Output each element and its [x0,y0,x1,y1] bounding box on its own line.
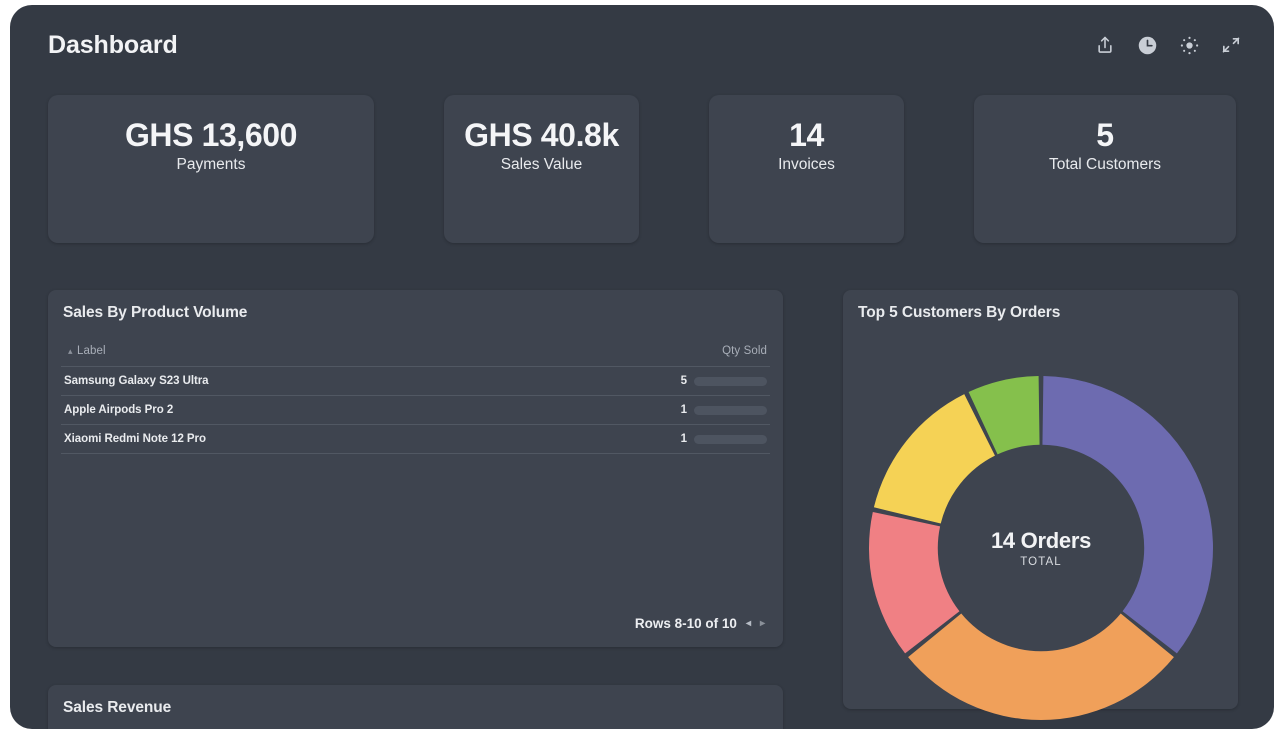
cell-product-label: Xiaomi Redmi Note 12 Pro [64,433,206,445]
table-header-row: ▴ Label Qty Sold [61,341,770,367]
stat-card-sales-value[interactable]: GHS 40.8k Sales Value [444,95,639,243]
donut-slice[interactable] [908,613,1174,720]
stat-card-total-customers[interactable]: 5 Total Customers [974,95,1236,243]
panel-title: Top 5 Customers By Orders [858,304,1061,321]
column-header-qty-text: Qty Sold [722,345,767,357]
table-pagination: Rows 8-10 of 10 ◂ ▸ [635,616,765,631]
cell-product-label: Samsung Galaxy S23 Ultra [64,375,209,387]
stat-value: GHS 13,600 [124,116,298,153]
stat-label: Total Customers [1049,156,1161,174]
panel-sales-revenue: Sales Revenue [48,685,783,729]
pagination-range-text: Rows 8-10 of 10 [634,616,737,631]
cell-product-label: Apple Airpods Pro 2 [64,404,174,416]
pagination-prev-button[interactable]: ◂ [746,618,751,629]
clock-icon[interactable] [1136,34,1158,56]
column-header-qty[interactable]: Qty Sold [722,341,767,359]
dashboard-window: Dashboard GHS 13,600 Payments GHS 40.8k … [10,5,1274,729]
panel-title: Sales Revenue [63,699,172,716]
qty-value: 1 [680,433,687,445]
table-row[interactable]: Apple Airpods Pro 2 1 [61,396,770,425]
stat-label: Payments [176,156,246,174]
cell-qty: 1 [681,404,767,416]
stat-value: 14 [789,116,824,153]
stat-card-invoices[interactable]: 14 Invoices [709,95,904,243]
column-header-label-text: Label [76,345,106,357]
donut-slice[interactable] [873,394,995,524]
panel-title: Sales By Product Volume [63,304,248,321]
page-header: Dashboard [10,5,1274,85]
qty-progress-bar [694,376,767,386]
donut-slice[interactable] [1042,376,1213,654]
donut-chart-svg[interactable] [865,372,1217,724]
header-actions [1094,34,1242,56]
cell-qty: 1 [681,433,767,445]
stat-label: Invoices [778,156,835,174]
table-row[interactable]: Xiaomi Redmi Note 12 Pro 1 [61,425,770,454]
qty-progress-bar [694,434,767,444]
donut-chart: 14 Orders TOTAL [865,372,1217,724]
cell-qty: 5 [681,375,767,387]
share-export-icon[interactable] [1094,34,1116,56]
qty-value: 5 [680,375,687,387]
page-title: Dashboard [48,30,178,59]
panel-top-customers-by-orders: Top 5 Customers By Orders 14 Orders TOTA… [843,290,1238,720]
stat-label: Sales Value [500,156,583,174]
panel-sales-by-product-volume: Sales By Product Volume ▴ Label Qty Sold… [48,290,783,647]
collapse-arrows-icon[interactable] [1220,34,1242,56]
stat-value: 5 [1096,116,1114,153]
table-row[interactable]: Samsung Galaxy S23 Ultra 5 [61,367,770,396]
product-volume-table: ▴ Label Qty Sold Samsung Galaxy S23 Ultr… [61,341,770,454]
qty-progress-bar [694,405,767,415]
qty-value: 1 [680,404,687,416]
stat-card-payments[interactable]: GHS 13,600 Payments [48,95,374,243]
column-header-label[interactable]: ▴ Label [64,341,106,359]
sort-caret-icon: ▴ [68,346,73,356]
stat-value: GHS 40.8k [464,116,619,153]
brightness-sun-icon[interactable] [1178,34,1200,56]
pagination-next-button[interactable]: ▸ [760,618,765,629]
stat-card-row: GHS 13,600 Payments GHS 40.8k Sales Valu… [48,95,1238,243]
